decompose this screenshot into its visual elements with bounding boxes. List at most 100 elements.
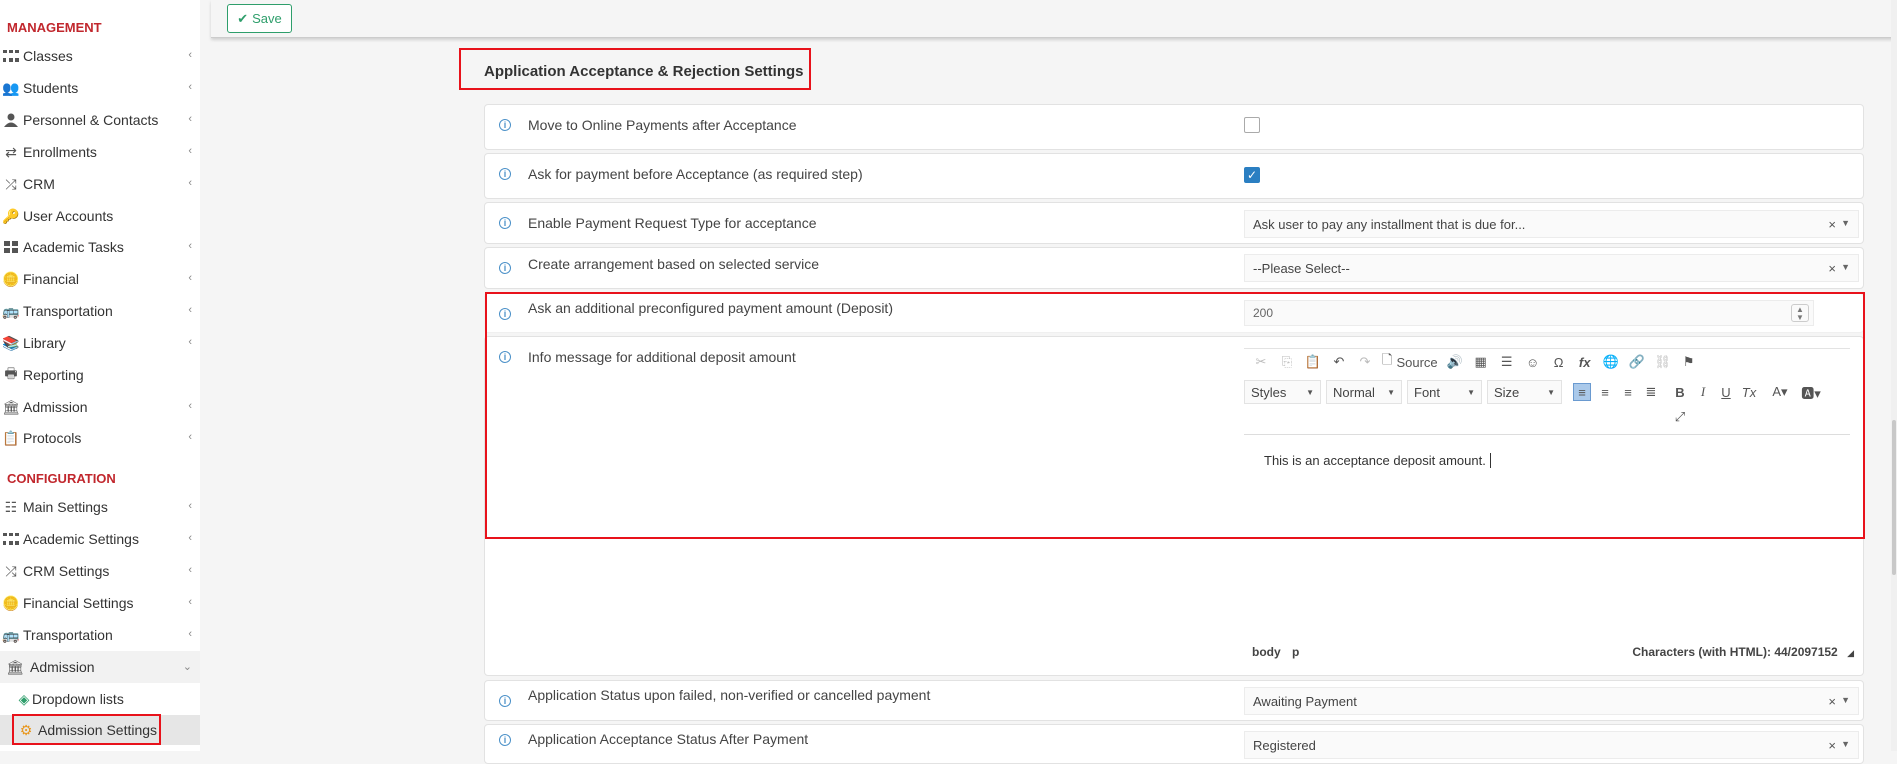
clear-icon[interactable]: × (1828, 261, 1836, 276)
chevron-left-icon: ‹ (188, 500, 192, 512)
bold-icon[interactable]: B (1671, 383, 1689, 401)
resize-handle-icon[interactable]: ◢ (1847, 648, 1854, 658)
editor-content-area[interactable]: This is an acceptance deposit amount. (1244, 434, 1850, 609)
clear-icon[interactable]: × (1828, 694, 1836, 709)
chevron-left-icon: ‹ (188, 431, 192, 443)
align-right-icon[interactable]: ≡ (1619, 383, 1637, 401)
dropdown-arrow-icon[interactable]: ▼ (1841, 695, 1850, 705)
background-color-icon[interactable]: 🅰▾ (1798, 383, 1824, 401)
sidebar-item-label: Financial Settings (23, 595, 134, 611)
dropdown-arrow-icon: ▼ (1306, 388, 1314, 397)
sidebar-subitem-dropdown-lists[interactable]: ◈ Dropdown lists (0, 684, 200, 714)
ask-payment-checkbox[interactable]: ✓ (1244, 167, 1260, 183)
page-scrollbar-thumb[interactable] (1892, 420, 1896, 575)
dropdown-arrow-icon: ▼ (1387, 388, 1395, 397)
sidebar-item-library[interactable]: 📚 Library ‹ (0, 327, 200, 359)
setting-row-enable-request: i Enable Payment Request Type for accept… (484, 202, 1864, 244)
globe-icon[interactable]: 🌐 (1602, 353, 1620, 371)
sidebar-item-academic-tasks[interactable]: Academic Tasks ‹ (0, 231, 200, 263)
setting-row-ask-payment: i Ask for payment before Acceptance (as … (484, 153, 1864, 199)
sidebar-item-label: Admission Settings (38, 722, 158, 738)
sidebar-item-classes[interactable]: Classes ‹ (0, 40, 200, 72)
chevron-left-icon: ‹ (188, 400, 192, 412)
maximize-icon[interactable]: ⤢ (1671, 408, 1689, 426)
arrangement-service-select[interactable]: --Please Select-- × ▼ (1244, 254, 1859, 282)
section-heading: Application Acceptance & Rejection Setti… (484, 63, 804, 80)
sidebar-item-academic-settings[interactable]: Academic Settings ‹ (0, 523, 200, 555)
deposit-amount-input[interactable]: 200 ▲ ▼ (1244, 300, 1814, 326)
sidebar-item-enrollments[interactable]: ⇄ Enrollments ‹ (0, 136, 200, 168)
sidebar-item-reporting[interactable]: 🖶 Reporting (0, 359, 200, 391)
styles-combo[interactable]: Styles ▼ (1244, 380, 1321, 404)
info-icon: i (499, 351, 511, 363)
sidebar-item-admission-config[interactable]: 🏛 Admission ⌄ (0, 651, 200, 683)
source-button[interactable]: 🗋 Source (1382, 352, 1438, 371)
sidebar-item-transportation-settings[interactable]: 🚌 Transportation ‹ (0, 619, 200, 651)
top-toolbar: ✔ Save (211, 0, 1897, 38)
payment-request-type-select[interactable]: Ask user to pay any installment that is … (1244, 210, 1859, 238)
italic-icon[interactable]: I (1694, 383, 1712, 401)
sidebar-item-crm[interactable]: ⤮ CRM ‹ (0, 168, 200, 200)
enrollments-icon: ⇄ (5, 143, 17, 160)
link-icon[interactable]: 🔗 (1628, 353, 1646, 371)
sidebar-item-label: Enrollments (23, 144, 97, 160)
page-scrollbar-track[interactable] (1891, 0, 1897, 751)
paste-icon[interactable]: 📋 (1304, 353, 1322, 371)
editor-toolbar-row-2: Styles ▼ Normal ▼ Font ▼ Size ▼ ≡ ≡ ≡ ≣ B I … (1244, 380, 1824, 404)
sidebar-item-personnel[interactable]: Personnel & Contacts ‹ (0, 104, 200, 136)
dropdown-arrow-icon[interactable]: ▼ (1841, 739, 1850, 749)
cut-icon[interactable]: ✂ (1252, 353, 1270, 371)
clear-icon[interactable]: × (1828, 217, 1836, 232)
sidebar-item-label: Academic Settings (23, 531, 139, 547)
sidebar-item-label: Academic Tasks (23, 239, 124, 255)
flag-icon[interactable]: ⚑ (1680, 353, 1698, 371)
sidebar-item-main-settings[interactable]: ☷ Main Settings ‹ (0, 491, 200, 523)
sidebar-subitem-admission-settings[interactable]: ⚙ Admission Settings (0, 715, 200, 745)
status-after-select[interactable]: Registered × ▼ (1244, 731, 1859, 759)
sidebar-item-label: Admission (23, 399, 88, 415)
sidebar-item-transportation[interactable]: 🚌 Transportation ‹ (0, 295, 200, 327)
text-color-icon[interactable]: A▾ (1767, 383, 1793, 401)
move-online-checkbox[interactable] (1244, 117, 1260, 133)
number-spinner[interactable]: ▲ ▼ (1791, 304, 1809, 322)
path-body[interactable]: body (1252, 645, 1281, 659)
font-combo[interactable]: Font ▼ (1407, 380, 1482, 404)
align-left-icon[interactable]: ≡ (1573, 383, 1591, 401)
sidebar-item-protocols[interactable]: 📋 Protocols ‹ (0, 422, 200, 454)
status-failed-select[interactable]: Awaiting Payment × ▼ (1244, 687, 1859, 715)
gear-icon: ⚙ (19, 721, 33, 738)
redo-icon[interactable]: ↷ (1356, 353, 1374, 371)
dropdown-arrow-icon[interactable]: ▼ (1841, 262, 1850, 272)
audio-icon[interactable]: 🔊 (1446, 353, 1464, 371)
sidebar-section-configuration: CONFIGURATION (7, 471, 116, 486)
sidebar-item-crm-settings[interactable]: ⤮ CRM Settings ‹ (0, 555, 200, 587)
align-justify-icon[interactable]: ≣ (1642, 383, 1660, 401)
table-icon[interactable]: ▦ (1472, 353, 1490, 371)
smiley-icon[interactable]: ☺ (1524, 353, 1542, 371)
copy-icon[interactable]: ⎘ (1278, 353, 1296, 371)
path-p[interactable]: p (1292, 645, 1299, 659)
format-combo[interactable]: Normal ▼ (1326, 380, 1402, 404)
formula-icon[interactable]: fx (1576, 353, 1594, 371)
sidebar-item-financial-settings[interactable]: 🪙 Financial Settings ‹ (0, 587, 200, 619)
sidebar-item-user-accounts[interactable]: 🔑 User Accounts (0, 200, 200, 232)
classes-icon (0, 48, 22, 64)
dropdown-arrow-icon[interactable]: ▼ (1841, 218, 1850, 228)
save-button[interactable]: ✔ Save (227, 4, 292, 33)
sidebar-item-students[interactable]: 👥 Students ‹ (0, 72, 200, 104)
unlink-icon[interactable]: ⛓ (1654, 353, 1672, 371)
remove-format-icon[interactable]: Tx (1740, 383, 1758, 401)
setting-label: Enable Payment Request Type for acceptan… (528, 215, 817, 231)
info-icon: i (499, 217, 511, 229)
horizontal-line-icon[interactable]: ☰ (1498, 353, 1516, 371)
editor-char-count: Characters (with HTML): 44/2097152 ◢ (1632, 645, 1854, 659)
undo-icon[interactable]: ↶ (1330, 353, 1348, 371)
sidebar-item-financial[interactable]: 🪙 Financial ‹ (0, 263, 200, 295)
align-center-icon[interactable]: ≡ (1596, 383, 1614, 401)
setting-label: Create arrangement based on selected ser… (528, 256, 820, 272)
setting-label: Ask for payment before Acceptance (as re… (528, 166, 863, 182)
size-combo[interactable]: Size ▼ (1487, 380, 1562, 404)
underline-icon[interactable]: U (1717, 383, 1735, 401)
sidebar-item-admission[interactable]: 🏛 Admission ‹ (0, 391, 200, 423)
omega-icon[interactable]: Ω (1550, 353, 1568, 371)
